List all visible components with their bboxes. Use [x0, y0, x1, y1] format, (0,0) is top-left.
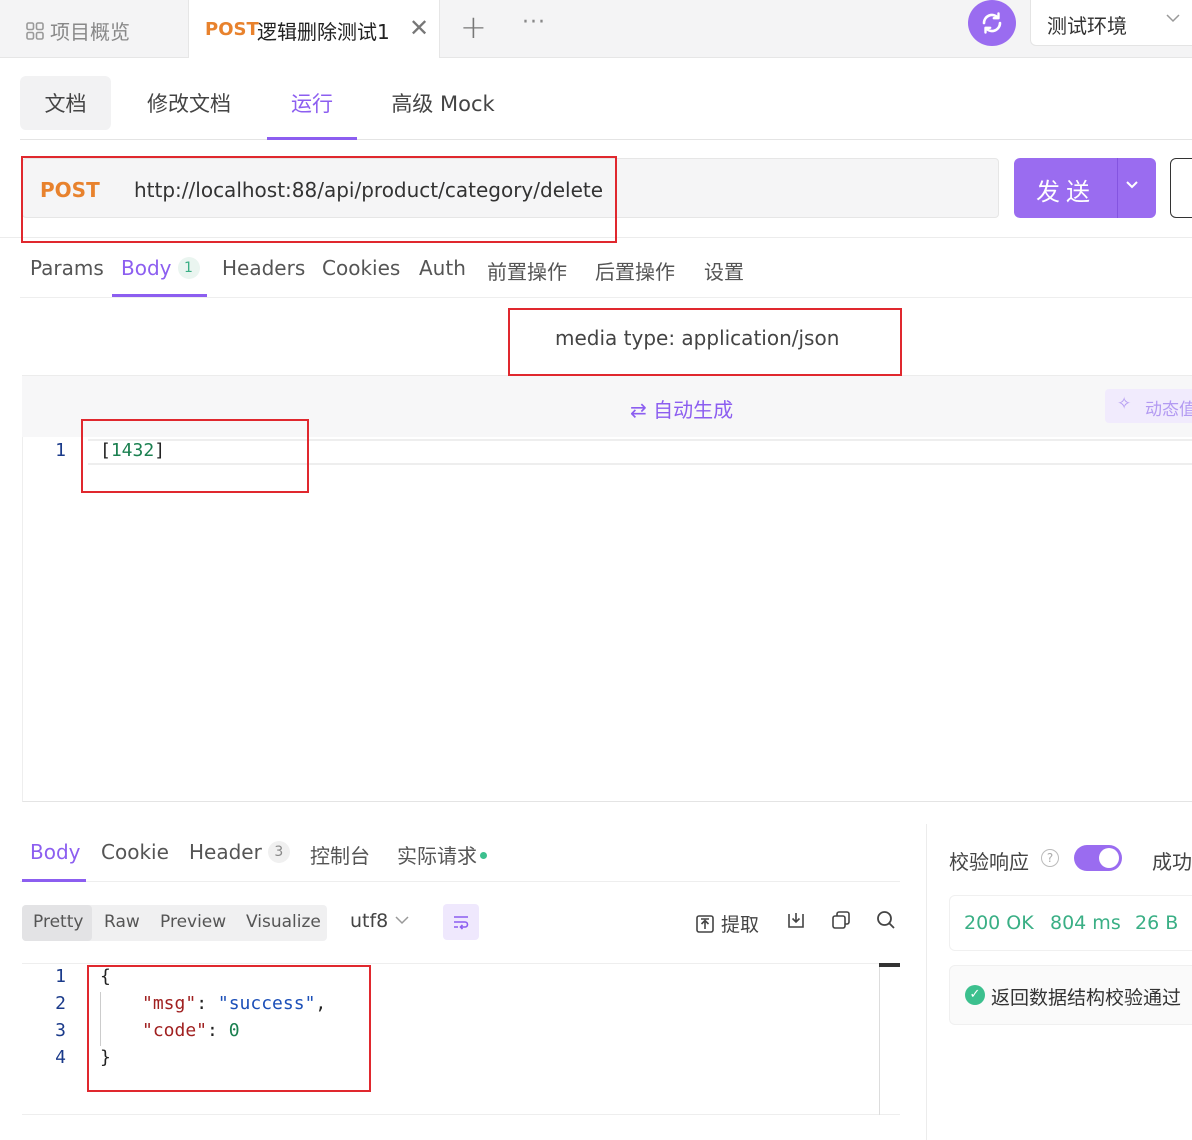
annotation-box-response-body [87, 965, 371, 1092]
status-dot [480, 852, 487, 859]
help-icon[interactable]: ? [1041, 849, 1059, 867]
chevron-down-icon[interactable] [1124, 174, 1140, 198]
success-label: 成功 [1152, 850, 1192, 874]
send-button-label: 发送 [1036, 178, 1096, 206]
req-tab-body[interactable]: Body 1 [121, 256, 200, 280]
auto-generate-button[interactable]: ⇄ 自动生成 [630, 394, 733, 423]
annotation-box-request-body [81, 419, 309, 493]
chevron-down-icon [1165, 10, 1181, 31]
download-icon [788, 913, 804, 928]
validation-result-text: 返回数据结构校验通过 [991, 987, 1182, 1009]
resp-tab-body[interactable]: Body [30, 840, 81, 864]
line-number: 4 [55, 1047, 66, 1068]
annotation-box-media-type [508, 308, 902, 376]
req-tab-body-label: Body [121, 256, 172, 280]
header-count-badge: 3 [267, 841, 290, 863]
tab-logic-delete-test[interactable]: POST 逻辑删除测试1 ✕ [188, 0, 440, 58]
search-icon [877, 911, 895, 929]
resp-tab-header-label: Header [189, 840, 262, 864]
tab-method-badge: POST [205, 19, 259, 40]
extract-label: 提取 [721, 914, 760, 936]
repeat-icon: ⇄ [630, 398, 647, 422]
environment-select[interactable]: 测试环境 [1030, 0, 1192, 46]
new-tab-button[interactable]: + [460, 8, 487, 46]
view-raw[interactable]: Raw [104, 912, 140, 932]
line-number: 2 [55, 993, 66, 1014]
validate-response-label: 校验响应 [949, 850, 1029, 874]
tab-title: 逻辑删除测试1 [257, 20, 390, 44]
auto-generate-label: 自动生成 [653, 398, 734, 422]
doc-tab-advanced-mock[interactable]: 高级 Mock [380, 76, 506, 130]
view-visualize[interactable]: Visualize [246, 912, 321, 932]
environment-label: 测试环境 [1047, 14, 1127, 38]
resp-tab-console[interactable]: 控制台 [310, 840, 370, 869]
line-number: 1 [55, 440, 66, 461]
validate-toggle[interactable] [1074, 845, 1122, 871]
req-tabs-divider [20, 297, 1192, 298]
req-tab-cookies[interactable]: Cookies [322, 256, 400, 280]
extract-icon [696, 915, 714, 933]
encoding-label: utf8 [350, 910, 389, 932]
scrollbar[interactable] [879, 965, 900, 1115]
copy-button[interactable] [831, 910, 851, 935]
dynamic-value-label: 动态值 [1145, 400, 1192, 420]
resp-tab-actual-request[interactable]: 实际请求 [397, 840, 487, 869]
chevron-down-icon [395, 916, 409, 925]
grid-icon [26, 21, 44, 40]
resp-tabs-divider [20, 881, 900, 882]
tab-project-overview[interactable]: 项目概览 [26, 16, 130, 45]
tab-project-overview-label: 项目概览 [50, 20, 130, 44]
req-tab-pre-ops[interactable]: 前置操作 [487, 256, 567, 285]
search-button[interactable] [876, 910, 896, 935]
more-icon[interactable]: ··· [522, 10, 546, 35]
doc-tab-docs[interactable]: 文档 [20, 76, 111, 130]
status-code: 200 OK [964, 912, 1034, 934]
send-button[interactable]: 发送 [1014, 158, 1156, 218]
check-circle-icon: ✓ [965, 985, 985, 1005]
annotation-box-url [21, 156, 617, 243]
response-time: 804 ms [1050, 912, 1121, 934]
view-preview[interactable]: Preview [160, 912, 226, 932]
resp-tab-actual-request-label: 实际请求 [397, 844, 477, 868]
req-tab-auth[interactable]: Auth [419, 256, 466, 280]
encoding-select[interactable]: utf8 [350, 910, 410, 932]
wrap-icon [454, 916, 469, 930]
wrap-lines-button[interactable] [443, 904, 479, 940]
doc-tab-run[interactable]: 运行 [267, 76, 357, 130]
download-button[interactable] [786, 910, 806, 935]
req-tab-headers[interactable]: Headers [222, 256, 305, 280]
response-size: 26 B [1135, 912, 1179, 934]
copy-icon [832, 911, 850, 929]
doc-tabs-divider [20, 139, 1192, 140]
close-icon[interactable]: ✕ [409, 14, 429, 42]
sync-icon [982, 12, 1002, 34]
save-button[interactable] [1170, 158, 1192, 218]
line-number: 1 [55, 966, 66, 987]
scrollbar-thumb[interactable] [879, 963, 900, 967]
resp-tab-cookie[interactable]: Cookie [101, 840, 169, 864]
view-pretty[interactable]: Pretty [33, 912, 83, 932]
doc-tab-edit-docs[interactable]: 修改文档 [134, 76, 244, 130]
response-panel-divider [926, 824, 927, 1140]
send-button-divider [1117, 158, 1118, 218]
body-count-badge: 1 [177, 257, 200, 279]
section-separator [0, 802, 1192, 824]
req-tab-params[interactable]: Params [30, 256, 104, 280]
req-tab-settings[interactable]: 设置 [704, 256, 744, 285]
dynamic-value-button[interactable]: ✧ 动态值 [1105, 389, 1192, 423]
req-tab-post-ops[interactable]: 后置操作 [595, 256, 675, 285]
line-number: 3 [55, 1020, 66, 1041]
extract-button[interactable]: 提取 [695, 910, 759, 937]
resp-tab-header[interactable]: Header 3 [189, 840, 290, 864]
magic-wand-icon: ✧ [1117, 394, 1132, 414]
doc-tab-active-indicator [267, 137, 357, 140]
resp-tab-active-indicator [22, 879, 86, 882]
req-tab-active-indicator [112, 294, 207, 297]
sync-button[interactable] [968, 0, 1016, 46]
